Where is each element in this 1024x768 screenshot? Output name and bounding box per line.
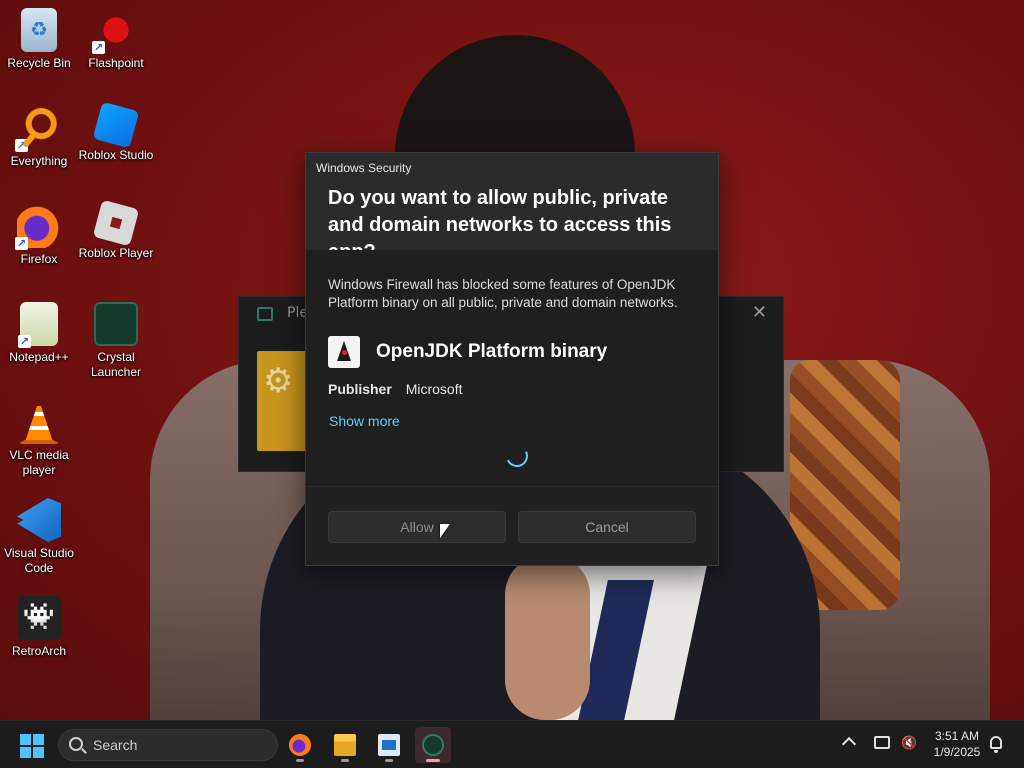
desktop-icon-label: Recycle Bin (7, 56, 71, 70)
desktop-icon-vlc[interactable]: VLC media player (0, 400, 78, 478)
volume-muted-icon[interactable]: 🔇 (901, 737, 917, 751)
search-placeholder: Search (93, 737, 138, 753)
windows-logo-pane (33, 734, 44, 745)
show-more-link[interactable]: Show more (329, 413, 400, 429)
running-indicator (341, 759, 349, 762)
desktop-icon-label: Flashpoint (88, 56, 144, 70)
wallpaper-person-hand (505, 555, 590, 720)
dialog-header: Windows Security Do you want to allow pu… (306, 153, 718, 263)
desktop-icon-notepad-plus-plus[interactable]: ↗ Notepad++ (0, 302, 78, 365)
app-name: OpenJDK Platform binary (376, 341, 608, 362)
desktop-icon-label: Notepad++ (9, 350, 69, 364)
taskbar: Search 🔇 3:51 AM 1/9/2025 (0, 720, 1024, 768)
java-icon (328, 336, 360, 368)
taskbar-app-file-explorer[interactable] (327, 727, 363, 763)
windows-logo-pane (33, 747, 44, 758)
desktop-icon-retroarch[interactable]: RetroArch (0, 596, 78, 659)
everything-search-icon: ↗ (15, 106, 61, 152)
folder-icon (334, 734, 356, 756)
running-indicator (385, 759, 393, 762)
desktop-icon-label: Visual Studio Code (4, 546, 74, 575)
dialog-body: Windows Firewall has blocked some featur… (306, 250, 718, 486)
shortcut-arrow-icon: ↗ (15, 237, 28, 250)
taskbar-app-crystal-launcher[interactable] (415, 727, 451, 763)
publisher-value: Microsoft (405, 381, 463, 397)
shortcut-arrow-icon: ↗ (92, 41, 105, 54)
app-info-row: OpenJDK Platform binary (328, 335, 607, 369)
desktop-icon-firefox[interactable]: ↗ Firefox (0, 204, 78, 267)
taskbar-app-firefox[interactable] (282, 727, 318, 763)
desktop-icon-crystal-launcher[interactable]: Crystal Launcher (77, 302, 155, 380)
taskbar-clock[interactable]: 3:51 AM 1/9/2025 (928, 728, 986, 760)
notepad-plus-plus-icon: ↗ (18, 302, 58, 348)
search-icon (69, 737, 83, 751)
recycle-bin-icon (21, 8, 57, 52)
running-indicator (426, 759, 440, 762)
desktop-icon-vscode[interactable]: Visual Studio Code (0, 498, 78, 576)
windows-security-dialog: Windows Security Do you want to allow pu… (305, 152, 719, 566)
crystal-launcher-icon (422, 734, 444, 756)
firefox-icon: ↗ (15, 204, 61, 250)
desktop-icon-everything[interactable]: ↗ Everything (0, 106, 78, 169)
desktop-icon-label: Roblox Player (78, 246, 154, 260)
vscode-icon (17, 498, 61, 542)
close-icon[interactable]: ✕ (752, 302, 767, 323)
clock-date: 1/9/2025 (933, 745, 981, 759)
publisher-label: Publisher (328, 381, 392, 397)
allow-button[interactable]: Allow (328, 511, 506, 543)
desktop-icon-recycle-bin[interactable]: Recycle Bin (0, 8, 78, 71)
loading-spinner-icon (502, 441, 532, 471)
notification-bell-icon[interactable] (990, 736, 1002, 753)
flashpoint-icon: ↗ (92, 8, 138, 54)
running-indicator (296, 759, 304, 762)
firefox-icon (289, 734, 311, 756)
store-icon (378, 734, 400, 756)
roblox-player-icon (92, 199, 140, 247)
desktop-icon-label: Firefox (20, 252, 58, 266)
chevron-up-icon[interactable] (841, 736, 857, 752)
cancel-button[interactable]: Cancel (518, 511, 696, 543)
background-app-icon (257, 307, 273, 321)
desktop-icon-label: RetroArch (11, 644, 67, 658)
background-window-image (257, 351, 307, 451)
publisher-row: Publisher Microsoft (328, 381, 462, 397)
desktop-icon-roblox-player[interactable]: Roblox Player (77, 199, 155, 261)
desktop-icon-label: Crystal Launcher (90, 350, 142, 379)
windows-logo-pane (20, 747, 31, 758)
dialog-description: Windows Firewall has blocked some featur… (328, 277, 678, 310)
desktop-icon-label: Roblox Studio (78, 148, 154, 162)
start-button[interactable] (20, 734, 44, 758)
desktop-icon-roblox-studio[interactable]: Roblox Studio (77, 101, 155, 163)
windows-logo-icon (20, 734, 31, 745)
shortcut-arrow-icon: ↗ (18, 335, 31, 348)
dialog-caption: Windows Security (316, 161, 412, 175)
network-icon[interactable] (874, 736, 890, 749)
retroarch-icon (17, 596, 61, 640)
clock-time: 3:51 AM (934, 729, 980, 743)
taskbar-app-store[interactable] (371, 727, 407, 763)
roblox-studio-icon (92, 101, 140, 149)
desktop-icon-label: VLC media player (9, 448, 69, 477)
crystal-launcher-icon (94, 302, 138, 346)
desktop-icon-label: Everything (10, 154, 68, 168)
vlc-icon (17, 400, 61, 444)
mouse-cursor-icon (440, 524, 450, 538)
shortcut-arrow-icon: ↗ (15, 139, 28, 152)
taskbar-search-box[interactable]: Search (58, 729, 278, 761)
dialog-footer: Allow Cancel (306, 486, 718, 565)
desktop-icon-flashpoint[interactable]: ↗ Flashpoint (77, 8, 155, 71)
